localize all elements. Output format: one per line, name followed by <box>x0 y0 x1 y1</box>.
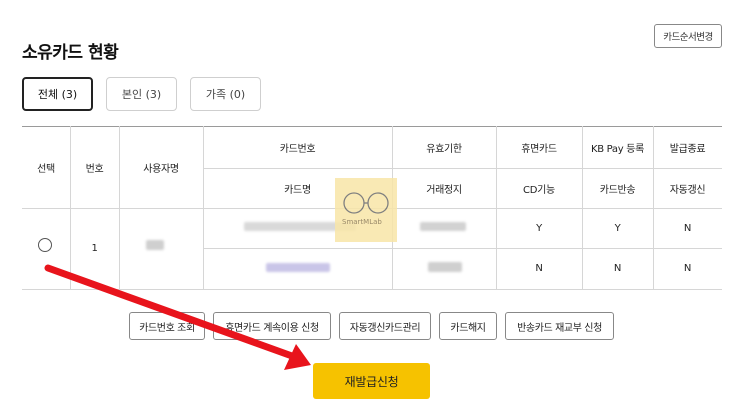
row-card-return: N <box>613 263 622 274</box>
card-cancel-button[interactable]: 카드해지 <box>439 312 497 340</box>
header-select: 선택 <box>37 163 55 175</box>
tab-self[interactable]: 본인 (3) <box>106 77 177 111</box>
header-transaction-stop: 거래정지 <box>426 184 462 196</box>
reissue-apply-button[interactable]: 재발급신청 <box>313 363 430 399</box>
returned-card-reissue-button[interactable]: 반송카드 재교부 신청 <box>505 312 614 340</box>
header-user-name: 사용자명 <box>143 163 179 175</box>
tab-all[interactable]: 전체 (3) <box>22 77 93 111</box>
header-card-number: 카드번호 <box>279 143 316 155</box>
row-auto-renew: N <box>683 263 692 274</box>
card-number-lookup-button[interactable]: 카드번호 조회 <box>129 312 205 340</box>
header-kbpay-register: KB Pay 등록 <box>590 143 645 155</box>
header-issue-end: 발급종료 <box>669 143 706 155</box>
header-number: 번호 <box>85 163 104 175</box>
header-card-return: 카드반송 <box>599 184 636 196</box>
watermark-logo <box>335 178 397 242</box>
dormant-card-continue-button[interactable]: 휴면카드 계속이용 신청 <box>213 312 331 340</box>
row-issue-end: N <box>683 222 692 234</box>
card-order-button[interactable]: 카드순서변경 <box>654 24 722 48</box>
header-auto-renew: 자동갱신 <box>669 184 706 196</box>
header-cd-function: CD기능 <box>523 184 555 196</box>
tab-family[interactable]: 가족 (0) <box>190 77 261 111</box>
auto-renew-card-manage-button[interactable]: 자동갱신카드관리 <box>339 312 431 340</box>
watermark-text: SmartMLab <box>342 218 382 226</box>
row-select-radio[interactable] <box>38 238 52 252</box>
row-card-name-masked <box>266 263 330 272</box>
row-user-name-masked <box>146 240 164 250</box>
row-kbpay-register: Y <box>614 222 621 234</box>
page-title: 소유카드 현황 <box>22 43 119 63</box>
row-cd-function: N <box>535 263 543 274</box>
header-expiry: 유효기한 <box>426 143 462 155</box>
header-dormant-card: 휴면카드 <box>521 143 557 155</box>
row-transaction-stop-masked <box>428 262 462 272</box>
row-dormant-card: Y <box>536 222 542 234</box>
row-number: 1 <box>91 243 98 254</box>
row-expiry-masked <box>420 222 466 231</box>
